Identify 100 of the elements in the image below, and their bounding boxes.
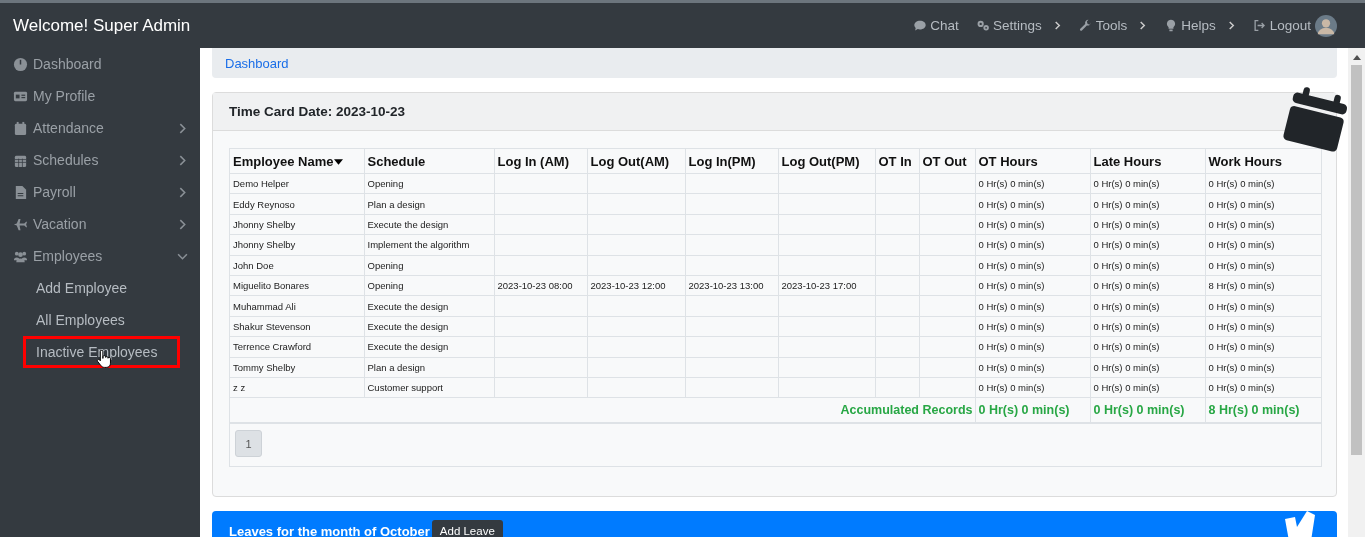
- nav-link[interactable]: Tools: [1078, 18, 1148, 33]
- sidebar-item[interactable]: Payroll: [0, 176, 200, 208]
- calendar-icon: [13, 120, 28, 136]
- table-cell: 0 Hr(s) 0 min(s): [978, 300, 1045, 312]
- table-cell: 0 Hr(s) 0 min(s): [1208, 361, 1275, 373]
- table-cell: 2023-10-23 12:00: [590, 280, 666, 292]
- column-header: OT Out: [919, 149, 975, 174]
- sidebar-subitem[interactable]: Inactive Employees: [23, 336, 180, 368]
- table-cell: 0 Hr(s) 0 min(s): [1093, 178, 1160, 190]
- table-cell: Plan a design: [367, 361, 426, 373]
- table-cell: 0 Hr(s) 0 min(s): [978, 198, 1045, 210]
- table-cell: Jhonny Shelby: [233, 239, 296, 251]
- airplane-icon: [13, 216, 28, 232]
- column-header: OT In: [875, 149, 919, 174]
- table-cell: 8 Hr(s) 0 min(s): [1208, 280, 1275, 292]
- chevron-right-icon: [177, 122, 188, 134]
- nav-link[interactable]: Helps: [1164, 18, 1236, 33]
- table-cell: Plan a design: [367, 198, 426, 210]
- totals-label: Accumulated Records: [840, 403, 973, 418]
- table-cell: 2023-10-23 13:00: [688, 280, 764, 292]
- table-cell: 0 Hr(s) 0 min(s): [1208, 198, 1275, 210]
- sidebar-item[interactable]: My Profile: [0, 80, 200, 112]
- table-cell: Eddy Reynoso: [233, 198, 295, 210]
- sidebar-item[interactable]: Schedules: [0, 144, 200, 176]
- chevron-right-icon: [177, 218, 188, 230]
- table-cell: 0 Hr(s) 0 min(s): [1093, 382, 1160, 394]
- chevron-right-icon: [1138, 21, 1148, 30]
- table-cell: 0 Hr(s) 0 min(s): [1093, 361, 1160, 373]
- leaves-title: Leaves for the month of October: [229, 524, 430, 537]
- table-cell: Customer support: [367, 382, 443, 394]
- table-cell: Shakur Stevenson: [233, 320, 311, 332]
- scroll-up-arrow-icon[interactable]: [1352, 55, 1361, 60]
- document-icon: [13, 184, 28, 200]
- table-cell: 0 Hr(s) 0 min(s): [1093, 239, 1160, 251]
- table-cell: 0 Hr(s) 0 min(s): [978, 259, 1045, 271]
- table-cell: 0 Hr(s) 0 min(s): [978, 280, 1045, 292]
- scrollbar[interactable]: [1348, 48, 1365, 537]
- chevron-right-icon: [177, 186, 188, 198]
- table-cell: 0 Hr(s) 0 min(s): [1093, 300, 1160, 312]
- table-cell: z z: [233, 382, 246, 394]
- table-cell: 0 Hr(s) 0 min(s): [1208, 218, 1275, 230]
- table-cell: 0 Hr(s) 0 min(s): [1093, 198, 1160, 210]
- sidebar-subitem[interactable]: All Employees: [23, 304, 180, 336]
- table-cell: 0 Hr(s) 0 min(s): [1093, 320, 1160, 332]
- sidebar-item[interactable]: Vacation: [0, 208, 200, 240]
- column-header: Log Out(PM): [778, 149, 875, 174]
- table-cell: John Doe: [233, 259, 274, 271]
- table-cell: 0 Hr(s) 0 min(s): [1208, 320, 1275, 332]
- table-cell: 0 Hr(s) 0 min(s): [1208, 239, 1275, 251]
- total-value: 8 Hr(s) 0 min(s): [1208, 403, 1300, 418]
- sidebar-item[interactable]: Dashboard: [0, 48, 200, 80]
- table-cell: 0 Hr(s) 0 min(s): [1093, 218, 1160, 230]
- column-header: Work Hours: [1205, 149, 1321, 174]
- table-cell: 0 Hr(s) 0 min(s): [1093, 280, 1160, 292]
- chevron-right-icon: [1052, 21, 1062, 30]
- table-cell: Muhammad Ali: [233, 300, 296, 312]
- welcome-title: Welcome! Super Admin: [13, 15, 191, 36]
- table-cell: Demo Helper: [233, 178, 289, 190]
- table-cell: 0 Hr(s) 0 min(s): [1208, 178, 1275, 190]
- breadcrumb-link[interactable]: Dashboard: [225, 55, 289, 71]
- logout-icon: [1252, 19, 1267, 32]
- table-cell: 0 Hr(s) 0 min(s): [1208, 259, 1275, 271]
- table-cell: 2023-10-23 17:00: [781, 280, 857, 292]
- table-cell: Execute the design: [367, 300, 449, 312]
- sort-caret-icon: [334, 159, 344, 166]
- nav-link[interactable]: Settings: [975, 18, 1062, 33]
- column-header: Log In(PM): [685, 149, 778, 174]
- table-cell: 0 Hr(s) 0 min(s): [978, 178, 1045, 190]
- column-header[interactable]: Employee Name: [230, 149, 364, 174]
- sidebar-item[interactable]: Employees: [0, 240, 200, 272]
- table-cell: 0 Hr(s) 0 min(s): [978, 361, 1045, 373]
- table-cell: Terrence Crawford: [233, 341, 312, 353]
- nav-link[interactable]: Chat: [913, 18, 959, 33]
- chat-icon: [913, 19, 928, 32]
- table-cell: 0 Hr(s) 0 min(s): [978, 341, 1045, 353]
- table-cell: Opening: [367, 280, 404, 292]
- table-cell: 2023-10-23 08:00: [497, 280, 573, 292]
- column-header: OT Hours: [975, 149, 1090, 174]
- total-value: 0 Hr(s) 0 min(s): [978, 403, 1070, 418]
- chevron-right-icon: [1226, 21, 1236, 30]
- column-header: Schedule: [364, 149, 494, 174]
- nav-link[interactable]: Logout: [1252, 18, 1311, 33]
- table-cell: 0 Hr(s) 0 min(s): [1208, 341, 1275, 353]
- table-cell: 0 Hr(s) 0 min(s): [1208, 382, 1275, 394]
- table-cell: 0 Hr(s) 0 min(s): [978, 382, 1045, 394]
- table-cell: Implement the algorithm: [367, 239, 470, 251]
- page-button[interactable]: 1: [235, 430, 262, 458]
- table-cell: Opening: [367, 259, 404, 271]
- sidebar-subitem[interactable]: Add Employee: [23, 272, 180, 304]
- table-cell: Execute the design: [367, 320, 449, 332]
- table-cell: Tommy Shelby: [233, 361, 296, 373]
- gauge-icon: [13, 56, 28, 72]
- sidebar-item[interactable]: Attendance: [0, 112, 200, 144]
- chevron-right-icon: [177, 154, 188, 166]
- avatar[interactable]: [1315, 14, 1337, 37]
- table-cell: Miguelito Bonares: [233, 280, 310, 292]
- card-title: Time Card Date: 2023-10-23: [229, 104, 406, 119]
- table-cell: 0 Hr(s) 0 min(s): [1093, 259, 1160, 271]
- table-cell: 0 Hr(s) 0 min(s): [1093, 341, 1160, 353]
- add-leave-button[interactable]: Add Leave: [431, 520, 503, 537]
